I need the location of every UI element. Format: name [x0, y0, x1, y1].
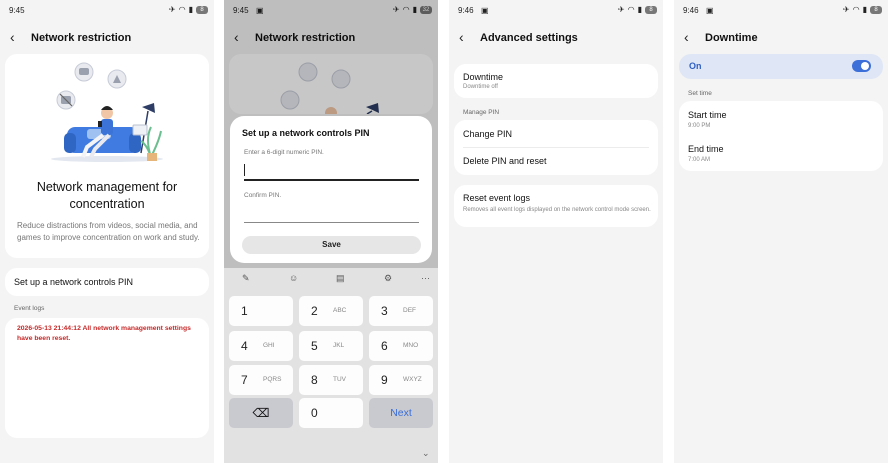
app-bar: ‹ Downtime — [674, 26, 888, 50]
back-arrow-icon[interactable]: ‹ — [459, 30, 464, 44]
more-options-icon[interactable]: ··· — [421, 273, 430, 283]
wifi-icon: ◠ — [627, 5, 635, 14]
end-time-label: End time — [688, 144, 724, 154]
key-3[interactable]: 3 DEF — [369, 296, 433, 326]
pin-setup-screen: 9:45 ▣ ✈︎ ◠ ▮ 32 ‹ Network restriction S… — [224, 0, 438, 463]
downtime-row[interactable]: Downtime Downtime off — [454, 64, 658, 98]
status-icons: ✈︎ ◠ ▮ 8 — [618, 5, 657, 14]
status-bar: 9:46 ▣ ✈︎ ◠ ▮ 8 — [674, 0, 888, 22]
emoji-icon[interactable]: ☺ — [289, 273, 298, 283]
event-logs-card: 2026-05-13 21:44:12 All network manageme… — [5, 318, 209, 438]
set-time-card: Start time 9:00 PM End time 7:00 AM — [679, 101, 883, 171]
key-1[interactable]: 1 — [229, 296, 293, 326]
confirm-field-label: Confirm PIN. — [244, 192, 282, 199]
hide-keyboard-icon[interactable]: ⌄ — [422, 448, 430, 459]
start-time-label: Start time — [688, 110, 727, 120]
downtime-label: Downtime — [463, 72, 504, 82]
downtime-status: Downtime off — [463, 84, 498, 90]
back-arrow-icon[interactable]: ‹ — [684, 30, 689, 44]
signal-icon: ▮ — [188, 5, 193, 14]
end-time-item[interactable]: End time 7:00 AM — [679, 135, 883, 169]
app-bar: ‹ Network restriction — [0, 26, 214, 50]
status-bar: 9:46 ▣ ✈︎ ◠ ▮ 8 — [449, 0, 663, 22]
wifi-icon: ◠ — [852, 5, 860, 14]
numeric-keypad: 1 2 ABC 3 DEF 4 GHI 5 JKL 6 MNO 7 PQRS 8 TUV 9W… — [224, 290, 438, 463]
app-bar: ‹ Advanced settings — [449, 26, 663, 50]
manage-pin-label: Manage PIN — [463, 109, 500, 116]
screenshot-icon: ▣ — [706, 6, 714, 15]
person-on-sofa-illustration — [51, 62, 163, 162]
delete-pin-item[interactable]: Delete PIN and reset — [463, 156, 547, 166]
start-time-item[interactable]: Start time 9:00 PM — [679, 101, 883, 135]
pin-field-label: Enter a 6-digit numeric PIN. — [244, 149, 324, 156]
setup-pin-row[interactable]: Set up a network controls PIN — [5, 268, 209, 296]
battery-icon: 8 — [645, 5, 657, 14]
downtime-screen: 9:46 ▣ ✈︎ ◠ ▮ 8 ‹ Downtime On Set time S… — [674, 0, 888, 463]
text-cursor — [244, 164, 245, 176]
log-entry: 2026-05-13 21:44:12 All network manageme… — [17, 325, 191, 342]
hero-card: Network management for concentration Red… — [5, 54, 209, 258]
save-button[interactable]: Save — [242, 236, 421, 254]
dialog-title: Set up a network controls PIN — [242, 128, 370, 138]
backspace-key[interactable]: ⌫ — [229, 398, 293, 428]
hero-title: Network management for concentration — [36, 180, 178, 211]
manage-pin-card: Change PIN Delete PIN and reset — [454, 120, 658, 175]
key-0[interactable]: 0 — [299, 398, 363, 428]
pin-dialog: Set up a network controls PIN Enter a 6-… — [230, 116, 432, 263]
reset-event-logs-row[interactable]: Reset event logs Removes all event logs … — [454, 185, 658, 227]
network-restriction-screen: 9:45 ✈︎ ◠ ▮ 8 ‹ Network restriction Netw… — [0, 0, 214, 463]
key-5[interactable]: 5 JKL — [299, 331, 363, 361]
next-key[interactable]: Next — [369, 398, 433, 428]
pin-input[interactable] — [244, 179, 419, 181]
battery-icon: 8 — [196, 5, 208, 14]
status-time: 9:45 — [9, 6, 25, 15]
keyboard-toolbar: ✎ ☺ ▤ ⚙ ··· — [224, 268, 438, 290]
keyboard-settings-icon[interactable]: ⚙ — [384, 273, 392, 284]
mute-icon: ✈︎ — [842, 5, 850, 14]
status-icons: ✈︎ ◠ ▮ 8 — [843, 5, 882, 14]
screenshot-icon: ▣ — [481, 6, 489, 15]
reset-logs-label: Reset event logs — [463, 193, 531, 203]
battery-icon: 8 — [870, 5, 882, 14]
confirm-pin-input[interactable] — [244, 222, 419, 223]
status-bar: 9:45 ✈︎ ◠ ▮ 8 — [0, 0, 214, 22]
back-arrow-icon[interactable]: ‹ — [10, 30, 15, 44]
wifi-icon: ◠ — [178, 5, 186, 14]
key-7[interactable]: 7 PQRS — [229, 365, 293, 395]
key-4[interactable]: 4 GHI — [229, 331, 293, 361]
toggle-state-label: On — [689, 61, 702, 71]
backspace-icon: ⌫ — [252, 406, 270, 420]
set-time-label: Set time — [688, 90, 712, 97]
signal-icon: ▮ — [637, 5, 642, 14]
page-title: Network restriction — [31, 32, 132, 44]
status-time: 9:46 — [458, 6, 474, 15]
signal-icon: ▮ — [862, 5, 867, 14]
advanced-settings-screen: 9:46 ▣ ✈︎ ◠ ▮ 8 ‹ Advanced settings Down… — [449, 0, 663, 463]
event-logs-label: Event logs — [14, 305, 45, 312]
screenshot-collage: 9:45 ✈︎ ◠ ▮ 8 ‹ Network restriction Netw… — [0, 0, 889, 463]
downtime-toggle-row[interactable]: On — [679, 54, 883, 79]
page-title: Downtime — [705, 32, 758, 44]
page-title: Advanced settings — [480, 32, 578, 44]
downtime-switch[interactable] — [852, 60, 871, 72]
setup-pin-label: Set up a network controls PIN — [14, 277, 134, 287]
key-8[interactable]: 8 TUV — [299, 365, 363, 395]
reset-logs-description: Removes all event logs displayed on the … — [463, 207, 651, 213]
divider — [463, 147, 649, 148]
change-pin-item[interactable]: Change PIN — [463, 129, 512, 139]
mute-icon: ✈︎ — [617, 5, 625, 14]
key-2[interactable]: 2 ABC — [299, 296, 363, 326]
tools-icon[interactable]: ✎ — [242, 273, 250, 284]
clipboard-icon[interactable]: ▤ — [336, 273, 345, 284]
mute-icon: ✈︎ — [168, 5, 176, 14]
status-icons: ✈︎ ◠ ▮ 8 — [169, 5, 208, 14]
start-time-value: 9:00 PM — [688, 123, 711, 129]
key-9[interactable]: 9 WXYZ — [369, 365, 433, 395]
hero-description: Reduce distractions from videos, social … — [17, 221, 200, 242]
end-time-value: 7:00 AM — [688, 157, 711, 163]
status-time: 9:46 — [683, 6, 699, 15]
key-6[interactable]: 6 MNO — [369, 331, 433, 361]
